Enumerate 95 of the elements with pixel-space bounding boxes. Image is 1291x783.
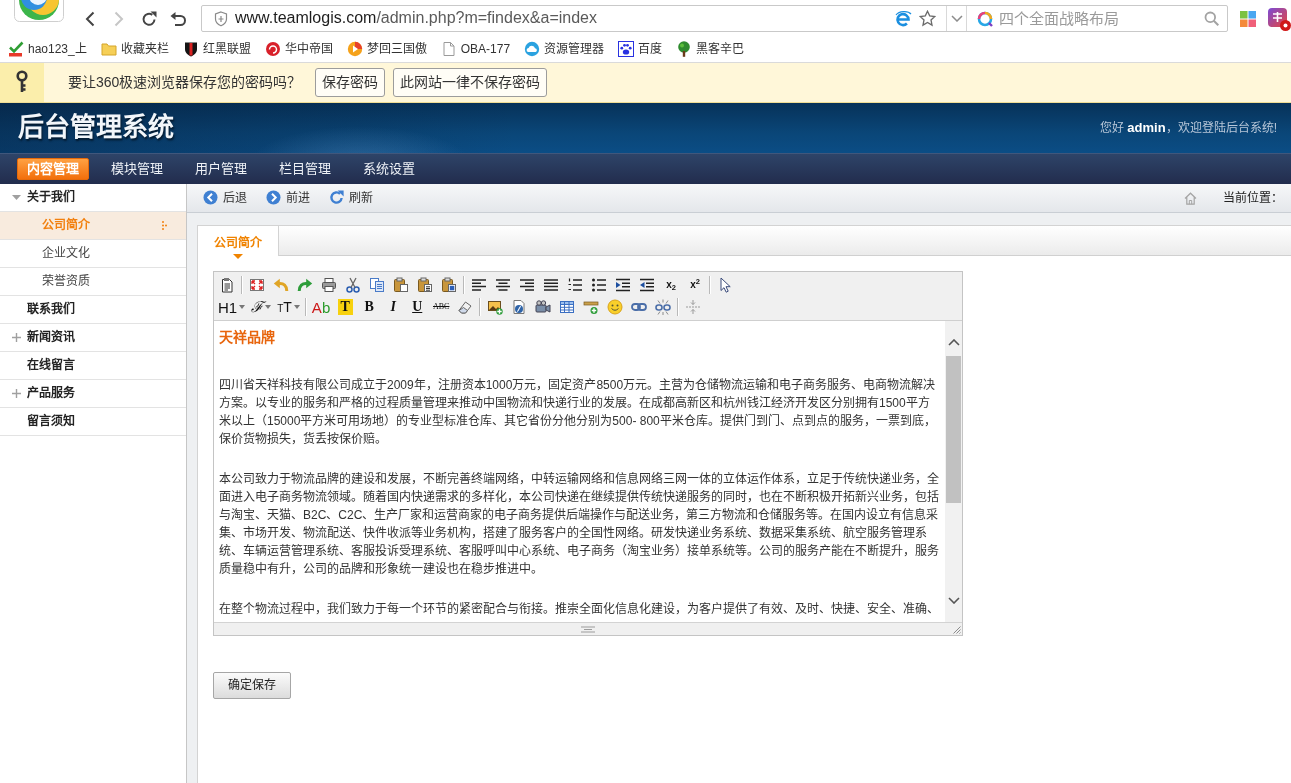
justify-icon xyxy=(543,277,559,293)
refresh-icon xyxy=(329,190,344,206)
tile-logo-icon[interactable] xyxy=(1268,6,1291,31)
greeting-text: 您好 admin，欢迎登陆后台系统! xyxy=(1100,118,1277,137)
bookmark-link[interactable]: OBA-177 xyxy=(440,41,511,58)
location-label: 当前位置： xyxy=(1223,189,1283,207)
document-icon xyxy=(219,277,235,293)
bulleted-list-icon xyxy=(591,277,607,293)
cloud-logo-icon xyxy=(524,41,541,58)
underline-button[interactable]: U xyxy=(406,296,429,318)
paste-word-icon xyxy=(441,277,457,293)
resize-corner-icon[interactable] xyxy=(953,626,961,634)
bookmark-link[interactable]: 梦回三国傲 xyxy=(346,41,427,58)
swirl-logo-icon xyxy=(264,41,281,58)
refresh-button[interactable]: 刷新 xyxy=(329,189,373,207)
forward-icon xyxy=(114,10,125,27)
align-center-icon xyxy=(495,277,511,293)
folder-icon xyxy=(100,41,117,58)
forward-icon xyxy=(266,190,281,206)
bookmark-link[interactable]: 收藏夹栏 xyxy=(100,41,169,58)
forward-button[interactable]: 前进 xyxy=(266,189,310,207)
caret-icon xyxy=(293,305,300,309)
bookmark-link[interactable]: 百度 xyxy=(618,41,663,58)
play-logo-icon xyxy=(346,41,363,58)
unlink-icon xyxy=(655,299,672,315)
scissors-icon xyxy=(345,277,361,293)
table-icon xyxy=(559,299,576,315)
numbered-list-icon xyxy=(567,277,583,293)
back-icon xyxy=(84,10,95,27)
page-break-icon xyxy=(685,299,702,315)
redo-icon xyxy=(297,277,313,293)
pointer-triangle-icon xyxy=(233,253,243,259)
page-icon xyxy=(440,41,457,58)
outdent-icon xyxy=(639,277,655,293)
bookmark-link[interactable]: 华中帝国 xyxy=(264,41,333,58)
align-left-icon xyxy=(471,277,487,293)
key-icon xyxy=(0,63,44,102)
app-title: 后台管理系统 xyxy=(18,112,174,144)
heading-menu-button[interactable]: H1 xyxy=(216,296,248,318)
bookmark-link[interactable]: hao123_上 xyxy=(8,41,87,58)
menu-tab[interactable]: 模块管理 xyxy=(101,158,173,180)
save-button[interactable]: 确定保存 xyxy=(213,672,291,699)
password-prompt-text: 要让360极速浏览器保存您的密码吗？ xyxy=(68,72,302,92)
fullscreen-icon xyxy=(249,277,265,293)
menu-tab[interactable]: 栏目管理 xyxy=(269,158,341,180)
paragraph-text: 四川省天祥科技有限公司成立于2009年，注册资本1000万元，固定资产8500万元。主营为仓储物流运输和电子商务服务、电商物流解决方案。以专业的服务和严格的过程质量管理来推动中国物流和快递行业的发展。在成都高新区和杭州钱江经济开发区分别拥有1500平方米以上（15000平方米可用场地）的专业型标准仓库、其它省份分他分别为500- 800平米仓库。提供门到门、点到点的服务，一票到底，保价货物损失，货丢按保价赔。 xyxy=(219,377,937,448)
grip-icon[interactable] xyxy=(581,625,595,633)
indent-icon xyxy=(615,277,631,293)
align-right-icon xyxy=(519,277,535,293)
bold-button[interactable]: B xyxy=(358,296,381,318)
back-icon xyxy=(203,190,218,206)
grid-icon[interactable] xyxy=(1240,10,1256,27)
bookmark-link[interactable]: 黑客辛巴 xyxy=(676,41,745,58)
strikethrough-button[interactable]: ABC xyxy=(430,296,453,318)
tick-logo-icon xyxy=(8,41,24,58)
paragraph-text: 在整个物流过程中，我们致力于每一个环节的紧密配合与衔接。推崇全面化信息化建设，为客户提供了有效、及时、快捷、安全、准确、 xyxy=(219,601,940,618)
menu-tab[interactable]: 用户管理 xyxy=(185,158,257,180)
font-menu-button[interactable]: ℱ xyxy=(249,296,274,318)
tree-icon xyxy=(676,41,693,58)
chevron-down-icon[interactable] xyxy=(947,597,960,604)
caret-icon xyxy=(239,305,246,309)
scrollbar-thumb[interactable] xyxy=(946,356,961,503)
video-camera-icon xyxy=(535,299,552,315)
paw-icon xyxy=(618,41,635,58)
paste-icon xyxy=(393,277,409,293)
bookmark-link[interactable]: 红黑联盟 xyxy=(182,41,251,58)
menu-tab[interactable]: 系统设置 xyxy=(353,158,425,180)
shield-badge-icon xyxy=(182,41,199,58)
smiley-icon xyxy=(607,299,624,315)
chevron-up-icon[interactable] xyxy=(947,339,960,346)
paragraph-text: 本公司致力于物流品牌的建设和发展，不断完善终端网络，中转运输网络和信息网络三网一体的立体运作体系，立足于传统快递业务，全面进入电子商务物流领域。随着国内快递需求的多样化，本公司快递在继续提供传统快递服务的同时，也在不断积极开拓新兴业务，包括与淘宝、天猫、B2C、C2C、生产厂家和运营商家的电子商务提供后端操作与配送业务，第三方物流和仓储服务等。在国内设立有信息采集、市场开发、物流配送、快件收派等业务机构，搭建了服务客户的全国性网络。研发快递业务系统、数据采集系统、航空服务管理系统、车辆运营管理系统、客服投诉受理系统、客服呼叫中心系统、电子商务（淘宝业务）接单系统等。公司的服务产能在不断提升，服务质量稳中有升，公司的品牌和形象统一建设也在稳步推进中。 xyxy=(219,471,940,578)
copy-icon xyxy=(369,277,385,293)
size-menu-button[interactable]: TT xyxy=(275,296,302,318)
eraser-icon xyxy=(457,299,474,315)
caret-icon xyxy=(265,305,272,309)
logo-icon xyxy=(14,0,64,22)
dots-icon xyxy=(162,221,167,230)
superscript-button[interactable]: x$^{2}$ xyxy=(684,274,706,296)
italic-button[interactable]: I xyxy=(382,296,405,318)
reload-icon xyxy=(140,10,157,27)
never-save-password-button[interactable]: 此网站一律不保存密码 xyxy=(393,68,548,97)
horizontal-rule-icon xyxy=(583,299,600,315)
undo-arrow-icon xyxy=(170,10,187,27)
back-button[interactable]: 后退 xyxy=(203,189,247,207)
printer-icon xyxy=(321,277,337,293)
bookmark-link[interactable]: 资源管理器 xyxy=(524,41,605,58)
paste-text-icon xyxy=(417,277,433,293)
home-icon xyxy=(1184,191,1197,205)
undo-icon xyxy=(273,277,289,293)
save-password-button[interactable]: 保存密码 xyxy=(315,68,386,97)
flash-icon xyxy=(511,299,528,315)
pointer-icon xyxy=(717,277,733,293)
image-icon xyxy=(487,299,504,315)
subscript-button[interactable]: x$_{2}$ xyxy=(660,274,682,296)
heading-text: 天祥品牌 xyxy=(219,328,276,347)
